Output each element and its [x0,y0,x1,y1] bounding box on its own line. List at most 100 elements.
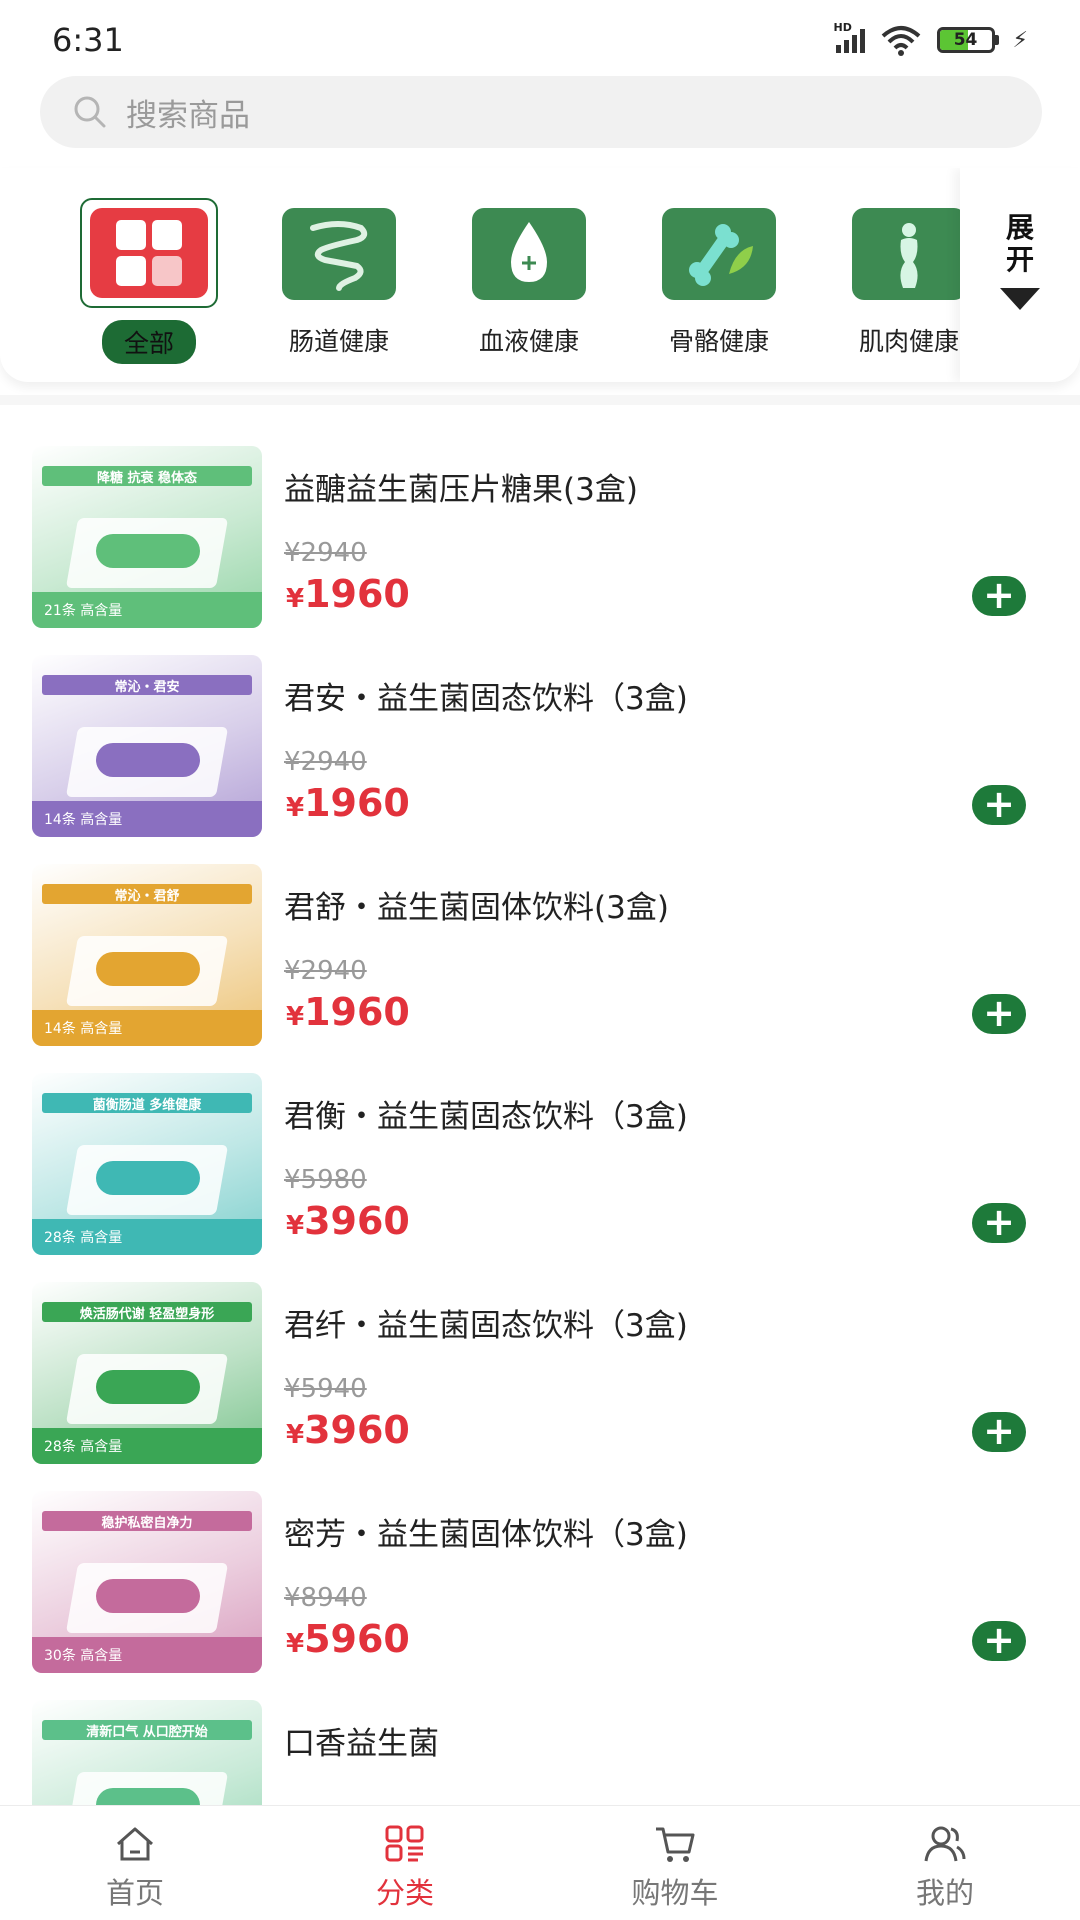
product-row[interactable]: 常沁・君舒 14条 高含量 君舒・益生菌固体饮料(3盒) ¥2940 ¥1960 + [0,848,1080,1057]
price-currency: ¥ [286,584,305,614]
section-divider [0,395,1080,405]
plus-icon: + [983,1199,1015,1244]
cellular-signal-icon: HD [834,21,865,53]
sale-price: ¥1960 [286,990,410,1034]
status-time: 6:31 [52,21,124,59]
product-image-badge: 28条 高含量 [32,1219,262,1255]
category-label: 全部 [101,320,196,364]
product-image[interactable]: 清新口气 从口腔开始 [32,1700,262,1805]
original-price-value: 5940 [300,1374,367,1404]
product-bar-graphic [96,743,200,777]
product-bar-graphic [96,952,200,986]
category-item-muscle[interactable]: 肌肉健康 [824,168,960,368]
nav-cart[interactable]: 购物车 [540,1806,810,1920]
product-image-badge: 14条 高含量 [32,1010,262,1046]
category-item-blood[interactable]: 血液健康 [444,168,614,368]
search-placeholder: 搜索商品 [126,97,250,134]
product-image-banner: 常沁・君舒 [42,884,252,904]
add-to-cart-button[interactable]: + [972,1203,1026,1243]
original-price-currency: ¥ [284,747,301,777]
product-row[interactable]: 降糖 抗衰 稳体态 21条 高含量 益醣益生菌压片糖果(3盒) ¥2940 ¥1960 + [0,430,1080,639]
original-price-value: 2940 [300,747,367,777]
add-to-cart-button[interactable]: + [972,1412,1026,1452]
grid-icon [90,208,208,298]
product-row[interactable]: 常沁・君安 14条 高含量 君安・益生菌固态饮料（3盒) ¥2940 ¥1960 + [0,639,1080,848]
product-name[interactable]: 君安・益生菌固态饮料（3盒) [284,673,688,718]
price-currency: ¥ [286,1211,305,1241]
nav-label: 首页 [105,1876,164,1910]
add-to-cart-button[interactable]: + [972,785,1026,825]
product-image[interactable]: 降糖 抗衰 稳体态 21条 高含量 [32,446,262,628]
category-item-all[interactable]: 全部 [64,168,234,368]
product-image-banner: 稳护私密自净力 [42,1511,252,1531]
product-image[interactable]: 常沁・君舒 14条 高含量 [32,864,262,1046]
category-icon [385,1825,424,1862]
original-price-currency: ¥ [284,1583,301,1613]
product-image[interactable]: 稳护私密自净力 30条 高含量 [32,1491,262,1673]
expand-label: 展开 [1005,211,1034,276]
add-to-cart-button[interactable]: + [972,1621,1026,1661]
bottom-nav: 首页 分类 购物车 我的 [0,1805,1080,1920]
plus-icon: + [983,1408,1015,1453]
original-price: ¥8940 [284,1583,367,1613]
category-item-intestine[interactable]: 肠道健康 [254,168,424,368]
nav-label: 我的 [915,1876,974,1910]
nav-label: 购物车 [631,1876,719,1910]
add-to-cart-button[interactable]: + [972,994,1026,1034]
original-price-value: 2940 [300,956,367,986]
status-icons: HD 54 ⚡ [834,21,1028,56]
price-value: 1960 [304,781,410,825]
product-name[interactable]: 密芳・益生菌固体饮料（3盒) [284,1509,688,1554]
product-row[interactable]: 清新口气 从口腔开始 口香益生菌 [0,1684,1080,1805]
sale-price: ¥5960 [286,1617,410,1661]
product-image[interactable]: 菌衡肠道 多维健康 28条 高含量 [32,1073,262,1255]
product-row[interactable]: 稳护私密自净力 30条 高含量 密芳・益生菌固体饮料（3盒) ¥8940 ¥5960 + [0,1475,1080,1684]
nav-home[interactable]: 首页 [0,1806,270,1920]
original-price-currency: ¥ [284,538,301,568]
sale-price: ¥3960 [286,1408,410,1452]
price-currency: ¥ [286,1420,305,1450]
add-to-cart-button[interactable]: + [972,576,1026,616]
price-value: 3960 [304,1199,410,1243]
category-item-bone[interactable]: 骨骼健康 [634,168,804,368]
product-image-badge: 21条 高含量 [32,592,262,628]
product-image[interactable]: 常沁・君安 14条 高含量 [32,655,262,837]
original-price-value: 8940 [300,1583,367,1613]
original-price: ¥5980 [284,1165,367,1195]
nav-category[interactable]: 分类 [270,1806,540,1920]
category-panel: 全部 肠道健康 血液健康 骨骼健康 肌肉健康 展开 [0,168,1080,382]
product-row[interactable]: 菌衡肠道 多维健康 28条 高含量 君衡・益生菌固态饮料（3盒) ¥5980 ¥3960… [0,1057,1080,1266]
wifi-icon [881,26,920,56]
price-value: 1960 [304,572,410,616]
product-image[interactable]: 焕活肠代谢 轻盈塑身形 28条 高含量 [32,1282,262,1464]
triangle-down-icon [1000,288,1040,310]
original-price-value: 2940 [300,538,367,568]
search-input[interactable]: 搜索商品 [40,76,1042,148]
original-price: ¥5940 [284,1374,367,1404]
nav-profile[interactable]: 我的 [810,1806,1080,1920]
product-name[interactable]: 益醣益生菌压片糖果(3盒) [284,464,638,509]
original-price-currency: ¥ [284,1165,301,1195]
product-bar-graphic [96,1579,200,1613]
intestine-icon [282,208,396,300]
expand-categories-button[interactable]: 展开 [960,168,1080,382]
category-label: 骨骼健康 [668,327,769,356]
charging-icon: ⚡ [1012,27,1028,53]
original-price: ¥2940 [284,956,367,986]
sale-price: ¥1960 [286,572,410,616]
plus-icon: + [983,1617,1015,1662]
battery-level: 54 [953,30,978,50]
product-list[interactable]: 降糖 抗衰 稳体态 21条 高含量 益醣益生菌压片糖果(3盒) ¥2940 ¥1960 +… [0,430,1080,1805]
original-price-currency: ¥ [284,1374,301,1404]
product-image-banner: 焕活肠代谢 轻盈塑身形 [42,1302,252,1322]
product-row[interactable]: 焕活肠代谢 轻盈塑身形 28条 高含量 君纤・益生菌固态饮料（3盒) ¥5940 ¥39… [0,1266,1080,1475]
product-bar-graphic [96,1161,200,1195]
product-name[interactable]: 口香益生菌 [284,1718,439,1763]
category-label: 血液健康 [478,327,579,356]
product-name[interactable]: 君衡・益生菌固态饮料（3盒) [284,1091,688,1136]
product-name[interactable]: 君舒・益生菌固体饮料(3盒) [284,882,669,927]
network-type-label: HD [833,21,852,34]
nav-label: 分类 [375,1876,434,1910]
product-image-banner: 常沁・君安 [42,675,252,695]
product-name[interactable]: 君纤・益生菌固态饮料（3盒) [284,1300,688,1345]
